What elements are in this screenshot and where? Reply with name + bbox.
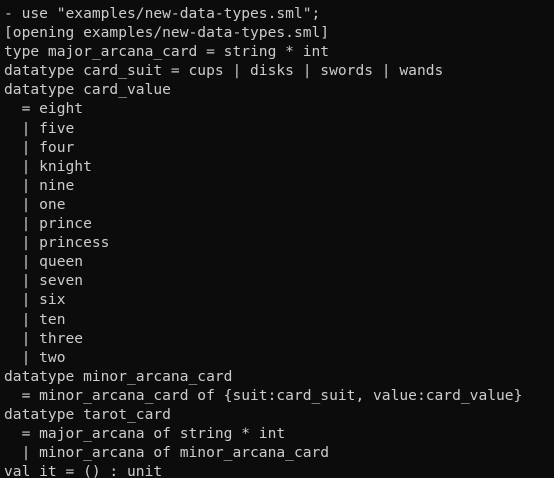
output-line: | three	[4, 329, 84, 347]
output-line: val it = () : unit	[4, 463, 163, 478]
output-line: | queen	[4, 253, 84, 271]
output-line: | one	[4, 195, 66, 213]
output-line: | prince	[4, 215, 92, 233]
output-line: | four	[4, 138, 75, 156]
output-line: = major_arcana of string * int	[4, 425, 286, 443]
output-line: type major_arcana_card = string * int	[4, 43, 330, 61]
output-line: | minor_arcana of minor_arcana_card	[4, 444, 330, 462]
output-line: [opening examples/new-data-types.sml]	[4, 24, 330, 42]
output-line: | princess	[4, 234, 110, 252]
output-line: | nine	[4, 176, 75, 194]
output-line: datatype minor_arcana_card	[4, 367, 233, 385]
output-line: = eight	[4, 100, 84, 118]
output-line: datatype card_value	[4, 81, 171, 99]
output-line: | knight	[4, 157, 92, 175]
output-line: | five	[4, 119, 75, 137]
prompt-command-line: - use "examples/new-data-types.sml";	[4, 5, 321, 22]
output-line: | ten	[4, 310, 66, 328]
output-line: | two	[4, 348, 66, 366]
output-line: = minor_arcana_card of {suit:card_suit, …	[4, 386, 523, 404]
output-line: | seven	[4, 272, 84, 290]
output-line: | six	[4, 291, 66, 309]
output-line: datatype tarot_card	[4, 405, 171, 423]
terminal-output[interactable]: - use "examples/new-data-types.sml"; [op…	[0, 0, 554, 478]
output-line: datatype card_suit = cups | disks | swor…	[4, 62, 444, 80]
